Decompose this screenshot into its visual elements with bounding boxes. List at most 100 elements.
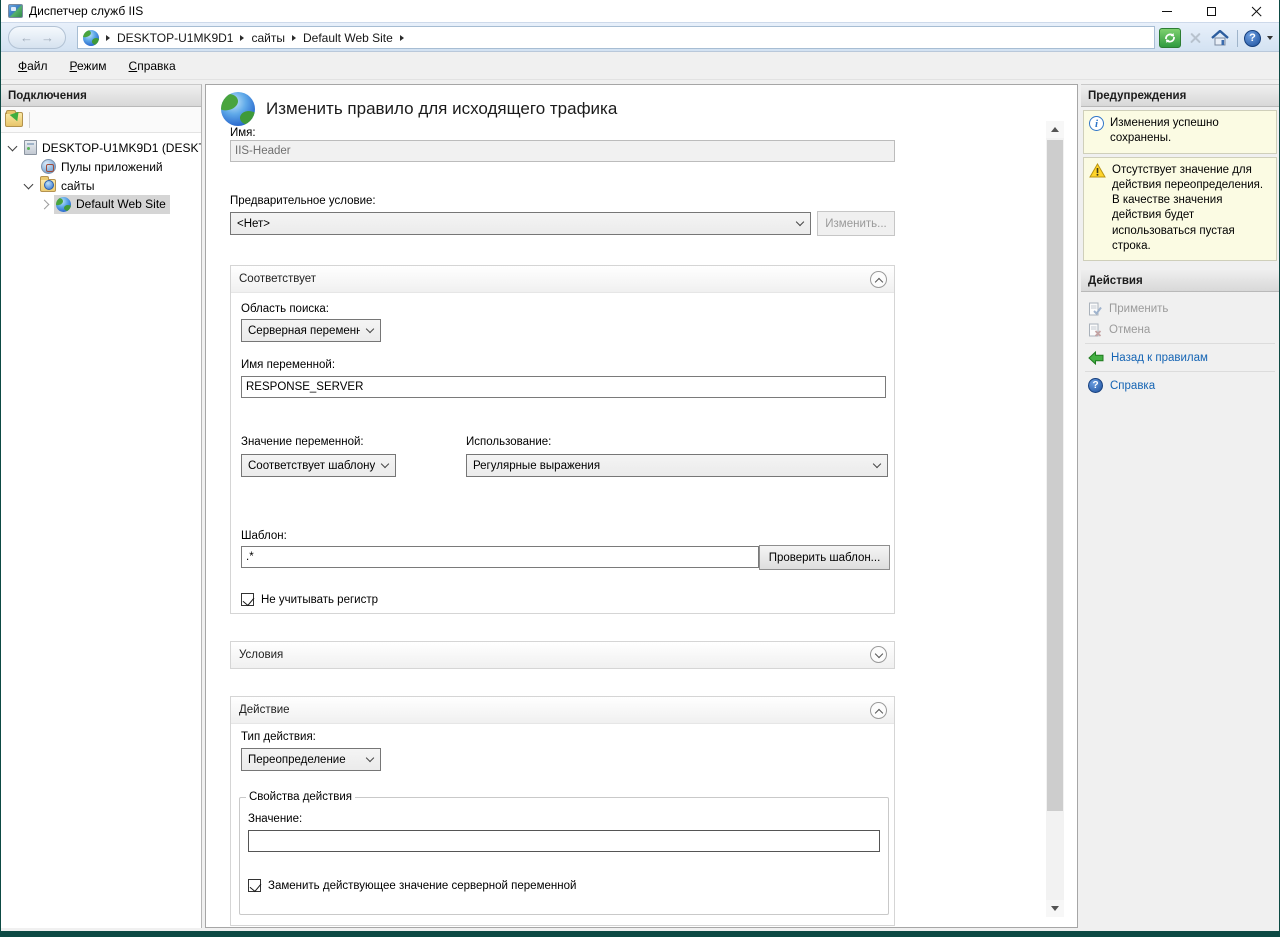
- connections-header: Подключения: [1, 85, 201, 107]
- using-value: Регулярные выражения: [473, 460, 600, 472]
- tree-label: сайты: [61, 179, 95, 193]
- divider: [1085, 371, 1275, 372]
- help-link[interactable]: Справка: [1081, 375, 1279, 396]
- chevron-up-icon: [875, 709, 883, 717]
- breadcrumb-arrow-icon: [106, 35, 110, 41]
- refresh-button[interactable]: [1159, 28, 1181, 48]
- collapse-section-button[interactable]: [870, 271, 887, 288]
- tree-label: Default Web Site: [76, 197, 166, 211]
- connections-toolbar: [1, 107, 201, 133]
- breadcrumb-item-sites[interactable]: сайты: [251, 31, 285, 45]
- warning-alert-text: Отсутствует значение для действия переоп…: [1112, 163, 1271, 255]
- chevron-down-icon: [873, 460, 881, 468]
- replace-label: Заменить действующее значение серверной …: [268, 880, 576, 892]
- window-title: Диспетчер служб IIS: [29, 4, 143, 18]
- tree-label: Пулы приложений: [61, 160, 163, 174]
- stop-button[interactable]: [1185, 28, 1205, 48]
- help-icon: [1088, 378, 1103, 393]
- value-input[interactable]: [248, 830, 880, 852]
- conditions-section-header[interactable]: Условия: [231, 642, 894, 668]
- help-label: Справка: [1110, 380, 1155, 392]
- scrollbar-track[interactable]: [1046, 138, 1064, 900]
- back-to-rules-link[interactable]: Назад к правилам: [1081, 347, 1279, 368]
- scope-select[interactable]: Серверная переменн: [241, 319, 381, 342]
- create-connection-icon[interactable]: [5, 112, 23, 127]
- tree-item-default-web-site[interactable]: Default Web Site: [1, 195, 201, 214]
- chevron-down-icon[interactable]: [24, 179, 34, 189]
- scope-value: Серверная переменн: [248, 325, 360, 337]
- test-pattern-button[interactable]: Проверить шаблон...: [759, 545, 890, 570]
- back-button[interactable]: ←: [20, 31, 33, 44]
- action-type-label: Тип действия:: [241, 731, 316, 743]
- operation-label: Значение переменной:: [241, 436, 364, 448]
- scrollbar-thumb[interactable]: [1047, 140, 1063, 811]
- close-button[interactable]: [1234, 0, 1279, 22]
- variable-name-input[interactable]: [241, 376, 886, 398]
- menu-bar: Файл Режим Справка: [1, 52, 1279, 80]
- chevron-right-icon[interactable]: [40, 200, 50, 210]
- help-icon[interactable]: [1244, 30, 1261, 47]
- action-properties-legend: Свойства действия: [246, 791, 355, 803]
- minimize-button[interactable]: [1144, 0, 1189, 22]
- name-input: [230, 140, 895, 162]
- precondition-select[interactable]: <Нет>: [230, 212, 811, 235]
- cancel-label: Отмена: [1109, 324, 1150, 336]
- globe-icon: [83, 30, 99, 46]
- info-icon: [1089, 116, 1104, 131]
- precondition-value: <Нет>: [237, 218, 270, 230]
- action-properties-group: Свойства действия Значение: Заменить дей…: [239, 791, 889, 915]
- name-label: Имя:: [230, 127, 256, 139]
- forward-button[interactable]: →: [41, 31, 54, 44]
- chevron-down-icon: [366, 754, 374, 762]
- address-bar: ← → DESKTOP-U1MK9D1 сайты Default Web Si…: [1, 22, 1279, 52]
- expand-section-button[interactable]: [870, 646, 887, 663]
- info-alert-text: Изменения успешно сохранены.: [1110, 116, 1271, 147]
- chevron-up-icon: [875, 278, 883, 286]
- chevron-down-icon[interactable]: [1267, 36, 1273, 40]
- stop-icon: [1190, 33, 1201, 44]
- action-type-select[interactable]: Переопределение: [241, 748, 381, 771]
- restore-button[interactable]: [1189, 0, 1234, 22]
- ignore-case-checkbox[interactable]: [241, 593, 254, 606]
- match-section-header[interactable]: Соответствует: [231, 266, 894, 293]
- actions-header: Действия: [1081, 270, 1279, 292]
- pattern-input[interactable]: [241, 546, 759, 568]
- ignore-case-checkbox-row[interactable]: Не учитывать регистр: [241, 593, 378, 606]
- apply-label: Применить: [1109, 303, 1168, 315]
- breadcrumb-item-server[interactable]: DESKTOP-U1MK9D1: [117, 31, 233, 45]
- tree-item-app-pools[interactable]: Пулы приложений: [1, 157, 201, 176]
- replace-checkbox-row[interactable]: Заменить действующее значение серверной …: [248, 879, 576, 892]
- variable-name-label: Имя переменной:: [241, 359, 335, 371]
- menu-help[interactable]: Справка: [118, 55, 187, 77]
- menu-view[interactable]: Режим: [59, 55, 118, 77]
- vertical-scrollbar[interactable]: [1046, 121, 1064, 917]
- breadcrumb-arrow-icon: [240, 35, 244, 41]
- operation-select[interactable]: Соответствует шаблону: [241, 454, 396, 477]
- breadcrumb[interactable]: DESKTOP-U1MK9D1 сайты Default Web Site: [77, 26, 1155, 49]
- home-button[interactable]: [1209, 28, 1231, 48]
- collapse-section-button[interactable]: [870, 702, 887, 719]
- page-globe-icon: [221, 92, 255, 126]
- menu-file[interactable]: Файл: [7, 55, 59, 77]
- action-section-header[interactable]: Действие: [231, 697, 894, 724]
- using-label: Использование:: [466, 436, 551, 448]
- chevron-down-icon: [366, 325, 374, 333]
- scroll-down-button[interactable]: [1046, 900, 1064, 917]
- application-pools-icon: [41, 159, 56, 174]
- precondition-label: Предварительное условие:: [230, 195, 376, 207]
- breadcrumb-item-default-web-site[interactable]: Default Web Site: [303, 31, 393, 45]
- tree-item-sites[interactable]: сайты: [1, 176, 201, 195]
- scroll-up-button[interactable]: [1046, 121, 1064, 138]
- value-label: Значение:: [248, 813, 302, 825]
- using-select[interactable]: Регулярные выражения: [466, 454, 888, 477]
- match-section-title: Соответствует: [239, 273, 316, 285]
- replace-checkbox[interactable]: [248, 879, 261, 892]
- chevron-down-icon[interactable]: [8, 141, 18, 151]
- connections-panel: Подключения DESKTOP-U1MK9D1 (DESKTOP Пул…: [1, 84, 202, 928]
- warning-icon: [1089, 163, 1106, 178]
- right-panel: Предупреждения Изменения успешно сохране…: [1081, 84, 1279, 928]
- breadcrumb-arrow-icon: [292, 35, 296, 41]
- action-section-title: Действие: [239, 704, 290, 716]
- sites-folder-icon: [40, 179, 56, 192]
- tree-item-server[interactable]: DESKTOP-U1MK9D1 (DESKTOP: [1, 138, 201, 157]
